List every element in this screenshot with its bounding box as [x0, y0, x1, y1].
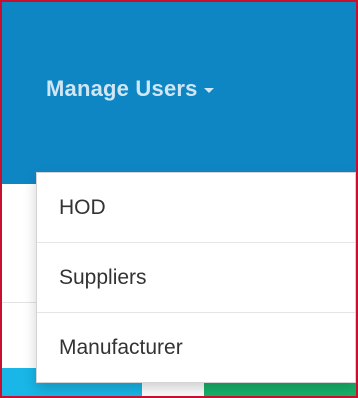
menu-item-suppliers[interactable]: Suppliers	[37, 243, 355, 313]
manage-users-dropdown-menu: HOD Suppliers Manufacturer	[36, 172, 356, 383]
screenshot-frame: Manage Users HOD Suppliers Manufacturer	[0, 0, 358, 398]
manage-users-dropdown-toggle[interactable]: Manage Users	[46, 76, 214, 102]
chevron-down-icon	[203, 88, 214, 93]
menu-item-hod[interactable]: HOD	[37, 173, 355, 243]
navbar: Manage Users	[2, 2, 356, 184]
menu-item-manufacturer[interactable]: Manufacturer	[37, 313, 355, 382]
manage-users-label: Manage Users	[46, 76, 198, 101]
